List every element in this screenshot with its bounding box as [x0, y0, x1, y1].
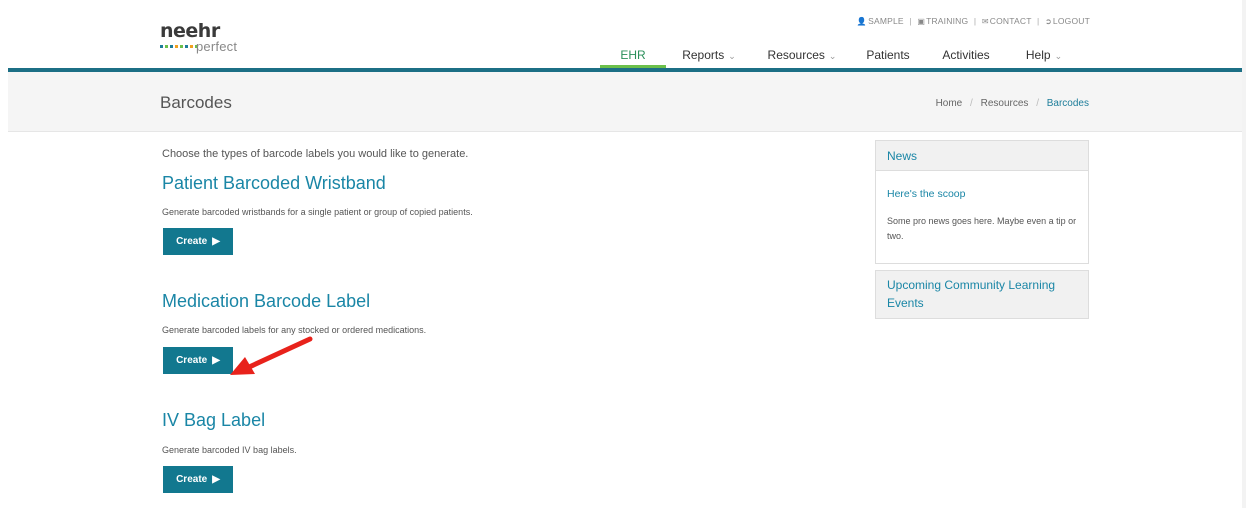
utility-links: 👤SAMPLE | ▣TRAINING | ✉CONTACT | ➲LOGOUT: [857, 16, 1090, 26]
chevron-down-icon: ⌄: [728, 51, 736, 61]
news-heading: News: [876, 141, 1088, 171]
breadcrumb: Home / Resources / Barcodes: [936, 98, 1089, 109]
annotation-arrow: [230, 336, 313, 375]
main-nav: EHR Reports ⌄ Resources ⌄ Patients Activit…: [600, 38, 1080, 68]
breadcrumb-resources[interactable]: Resources: [981, 98, 1029, 109]
create-medication-label-button[interactable]: Create ▶: [163, 347, 233, 374]
play-icon: ▶: [212, 236, 220, 247]
logo-wordmark: neehr: [160, 20, 220, 42]
play-icon: ▶: [212, 355, 220, 366]
breadcrumb-separator: /: [970, 98, 973, 109]
news-panel: News Here's the scoop Some pro news goes…: [875, 140, 1089, 264]
nav-reports[interactable]: Reports ⌄: [666, 38, 752, 68]
nav-patients[interactable]: Patients: [852, 38, 924, 68]
news-body: Some pro news goes here. Maybe even a ti…: [887, 216, 1077, 241]
page-title-bar: Barcodes Home / Resources / Barcodes: [8, 72, 1246, 132]
play-icon: ▶: [212, 474, 220, 485]
contact-link[interactable]: ✉CONTACT: [982, 16, 1032, 26]
chevron-down-icon: ⌄: [828, 51, 837, 61]
training-link[interactable]: ▣TRAINING: [917, 16, 968, 26]
envelope-icon: ✉: [981, 17, 989, 26]
create-wristband-button[interactable]: Create ▶: [163, 228, 233, 255]
community-events-heading[interactable]: Upcoming Community Learning Events: [875, 270, 1089, 319]
nav-help[interactable]: Help ⌄: [1008, 38, 1080, 68]
logout-link[interactable]: ➲LOGOUT: [1045, 16, 1090, 26]
chevron-down-icon: ⌄: [1054, 51, 1063, 61]
sample-link[interactable]: 👤SAMPLE: [857, 16, 904, 26]
util-separator: |: [973, 16, 977, 26]
util-separator: |: [909, 16, 912, 26]
intro-text: Choose the types of barcode labels you w…: [162, 148, 469, 160]
site-header: neehr perfect 👤SAMPLE | ▣TRAINING | ✉CON…: [0, 0, 1246, 68]
user-icon: 👤: [856, 17, 868, 26]
section-title-iv-bag: IV Bag Label: [162, 410, 266, 430]
news-subheading[interactable]: Here's the scoop: [887, 188, 965, 200]
nav-resources[interactable]: Resources ⌄: [752, 38, 852, 68]
neehr-perfect-logo[interactable]: neehr perfect: [160, 20, 237, 55]
breadcrumb-separator: /: [1036, 98, 1039, 109]
util-separator: |: [1037, 16, 1040, 26]
section-title-medication: Medication Barcode Label: [162, 291, 371, 311]
nav-ehr[interactable]: EHR: [600, 38, 666, 68]
create-iv-bag-label-button[interactable]: Create ▶: [163, 466, 233, 493]
logo-dot-pattern: [160, 45, 198, 48]
nav-activities[interactable]: Activities: [924, 38, 1008, 68]
breadcrumb-home[interactable]: Home: [936, 98, 963, 109]
create-button-label: Create: [176, 355, 208, 366]
calendar-icon: ▣: [917, 17, 926, 26]
scrollbar[interactable]: [1242, 0, 1246, 508]
breadcrumb-current: Barcodes: [1046, 98, 1089, 109]
section-title-wristband: Patient Barcoded Wristband: [162, 173, 386, 193]
create-button-label: Create: [176, 474, 208, 485]
section-desc-wristband: Generate barcoded wristbands for a singl…: [162, 207, 473, 217]
create-button-label: Create: [176, 236, 208, 247]
section-desc-iv-bag: Generate barcoded IV bag labels.: [162, 445, 297, 455]
logout-icon: ➲: [1045, 17, 1052, 26]
logo-subtext: perfect: [196, 39, 238, 54]
page-title: Barcodes: [160, 93, 232, 112]
